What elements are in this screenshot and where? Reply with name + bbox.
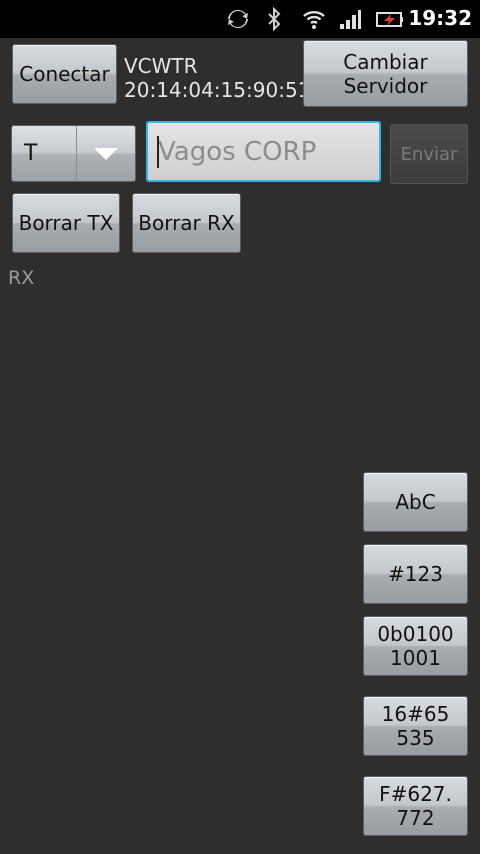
send-button[interactable]: Enviar xyxy=(390,124,468,184)
chevron-down-icon xyxy=(76,126,135,181)
format-text-button[interactable]: AbC xyxy=(363,472,468,532)
status-bar: 19:32 xyxy=(0,0,480,38)
device-info: VCWTR 20:14:04:15:90:51 xyxy=(124,54,311,102)
mode-spinner[interactable]: T xyxy=(11,125,136,182)
clear-tx-button[interactable]: Borrar TX xyxy=(12,193,120,253)
format-float-button[interactable]: F#627.772 xyxy=(363,776,468,836)
rx-label: RX xyxy=(8,267,35,289)
format-binary-button[interactable]: 0b01001001 xyxy=(363,616,468,676)
format-hex-button[interactable]: 16#65535 xyxy=(363,696,468,756)
device-name: VCWTR xyxy=(124,54,198,78)
signal-icon xyxy=(340,10,361,29)
message-input[interactable] xyxy=(146,121,381,182)
mode-spinner-value: T xyxy=(24,141,38,166)
change-server-button[interactable]: Cambiar Servidor xyxy=(303,40,468,107)
battery-charging-icon xyxy=(376,12,403,27)
text-cursor xyxy=(157,136,159,168)
clock: 19:32 xyxy=(408,6,472,30)
bluetooth-icon xyxy=(268,7,281,31)
sync-icon xyxy=(228,9,248,29)
clear-rx-button[interactable]: Borrar RX xyxy=(132,193,241,253)
format-decimal-button[interactable]: #123 xyxy=(363,544,468,604)
device-address: 20:14:04:15:90:51 xyxy=(124,78,311,102)
wifi-icon xyxy=(303,11,325,29)
connect-button[interactable]: Conectar xyxy=(12,44,117,104)
